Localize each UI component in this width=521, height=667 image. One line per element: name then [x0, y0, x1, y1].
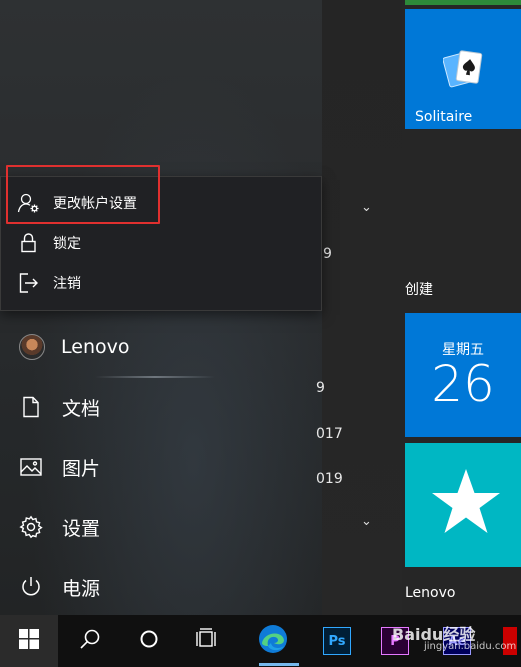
- task-view-icon: [196, 628, 220, 654]
- pictures-button[interactable]: 图片: [0, 438, 322, 496]
- search-icon: [79, 628, 101, 654]
- gear-icon: [19, 515, 43, 539]
- avatar: [19, 334, 45, 360]
- edge-browser-button[interactable]: [244, 615, 302, 667]
- menu-item-label: 注销: [53, 276, 81, 292]
- user-name: Lenovo: [61, 336, 130, 358]
- photoshop-button[interactable]: Ps: [308, 615, 366, 667]
- task-view-button[interactable]: [179, 615, 237, 667]
- favorites-tile[interactable]: [405, 443, 521, 567]
- search-button[interactable]: [61, 615, 119, 667]
- start-button[interactable]: [0, 615, 58, 667]
- tile-top-partial[interactable]: [405, 0, 521, 5]
- cards-icon: [442, 49, 487, 93]
- nav-label: 图片: [62, 457, 101, 480]
- lock-item[interactable]: 锁定: [0, 223, 320, 263]
- lock-icon: [17, 231, 41, 255]
- nav-label: 设置: [62, 517, 101, 540]
- active-app-indicator: [259, 663, 299, 666]
- cortana-icon: [139, 629, 159, 653]
- photoshop-icon: Ps: [323, 627, 351, 655]
- menu-item-label: 锁定: [53, 236, 81, 252]
- calendar-tile[interactable]: 星期五 26: [405, 313, 521, 437]
- power-button[interactable]: 电源: [0, 558, 322, 616]
- tile-group-header[interactable]: Lenovo: [405, 585, 455, 601]
- document-icon: [19, 395, 43, 419]
- chevron-down-icon[interactable]: ⌄: [361, 514, 372, 529]
- solitaire-tile[interactable]: Solitaire: [405, 9, 521, 129]
- edge-browser-icon: [258, 624, 288, 658]
- tile-label: Solitaire: [415, 109, 473, 125]
- highlight-annotation: [6, 165, 160, 224]
- app-list-fragment[interactable]: 9: [323, 246, 332, 262]
- sign-out-icon: [17, 271, 41, 295]
- cortana-button[interactable]: [120, 615, 178, 667]
- star-icon: [428, 465, 504, 545]
- documents-button[interactable]: 文档: [0, 378, 322, 436]
- tile-group-header[interactable]: 创建: [405, 279, 433, 299]
- calendar-date: 26: [431, 355, 495, 413]
- windows-icon: [19, 629, 39, 653]
- power-icon: [19, 575, 43, 599]
- nav-label: 文档: [62, 397, 101, 420]
- user-account-button[interactable]: Lenovo: [0, 318, 322, 376]
- picture-icon: [19, 455, 43, 479]
- sign-out-item[interactable]: 注销: [0, 263, 320, 303]
- chevron-down-icon[interactable]: ⌄: [361, 200, 372, 215]
- watermark-url: jingyan.baidu.com: [424, 641, 517, 652]
- settings-button[interactable]: 设置: [0, 498, 322, 556]
- nav-label: 电源: [62, 577, 101, 600]
